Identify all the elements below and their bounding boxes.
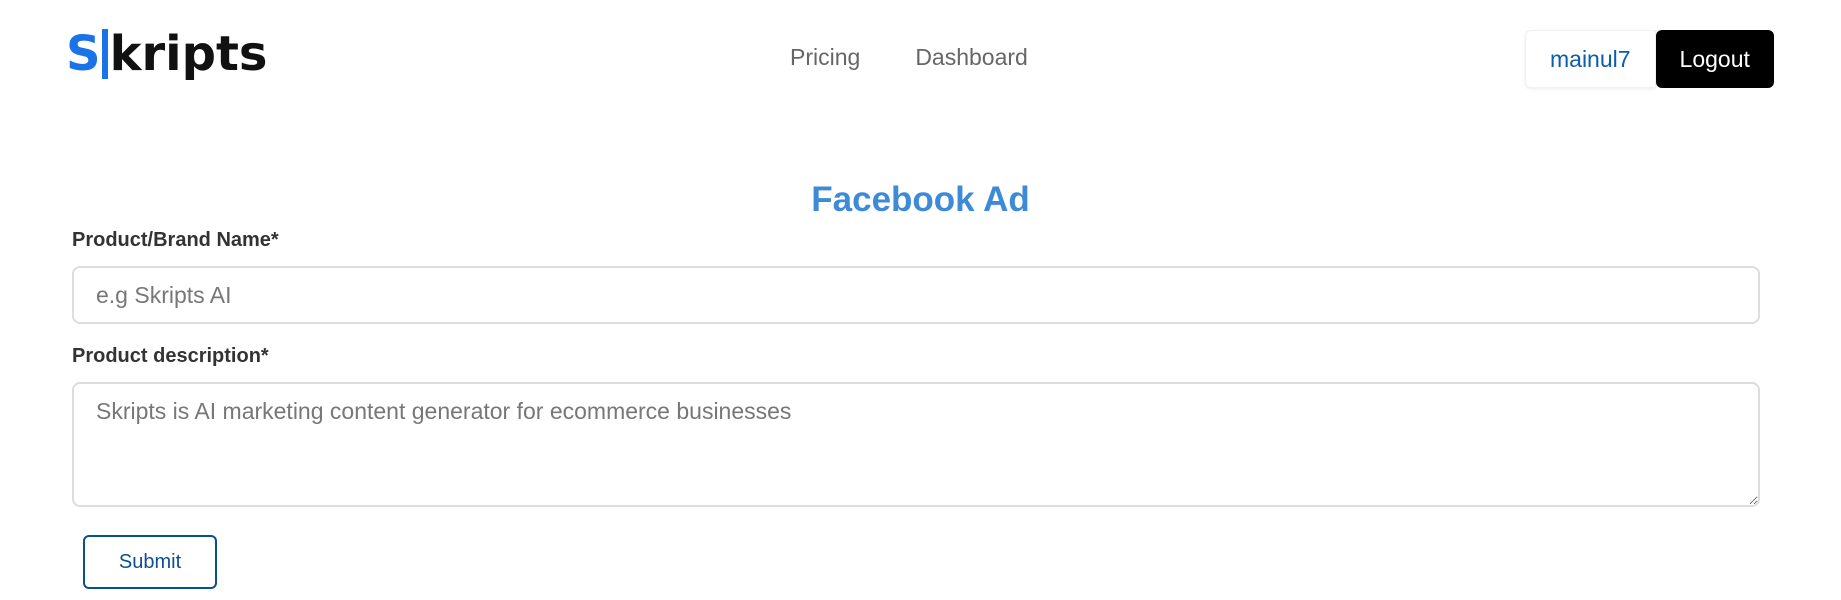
submit-button[interactable]: Submit bbox=[83, 535, 217, 589]
logo-rest: kripts bbox=[109, 26, 268, 82]
product-description-label: Product description* bbox=[72, 345, 269, 367]
nav-links: Pricing Dashboard bbox=[790, 44, 1028, 71]
product-name-input[interactable] bbox=[72, 266, 1760, 324]
navbar: Skripts Pricing Dashboard mainul7 Logout bbox=[0, 0, 1841, 120]
username-button[interactable]: mainul7 bbox=[1525, 30, 1656, 88]
page-title: Facebook Ad bbox=[811, 180, 1030, 219]
logo-cursor-bar bbox=[101, 29, 108, 79]
nav-link-pricing[interactable]: Pricing bbox=[790, 44, 860, 71]
product-description-textarea[interactable] bbox=[72, 382, 1760, 507]
nav-link-dashboard[interactable]: Dashboard bbox=[915, 44, 1028, 71]
logo-first-letter: S bbox=[66, 26, 101, 82]
user-controls: mainul7 Logout bbox=[1525, 30, 1774, 88]
product-name-label: Product/Brand Name* bbox=[72, 229, 279, 251]
logout-button[interactable]: Logout bbox=[1655, 30, 1774, 88]
logo[interactable]: Skripts bbox=[66, 28, 268, 80]
